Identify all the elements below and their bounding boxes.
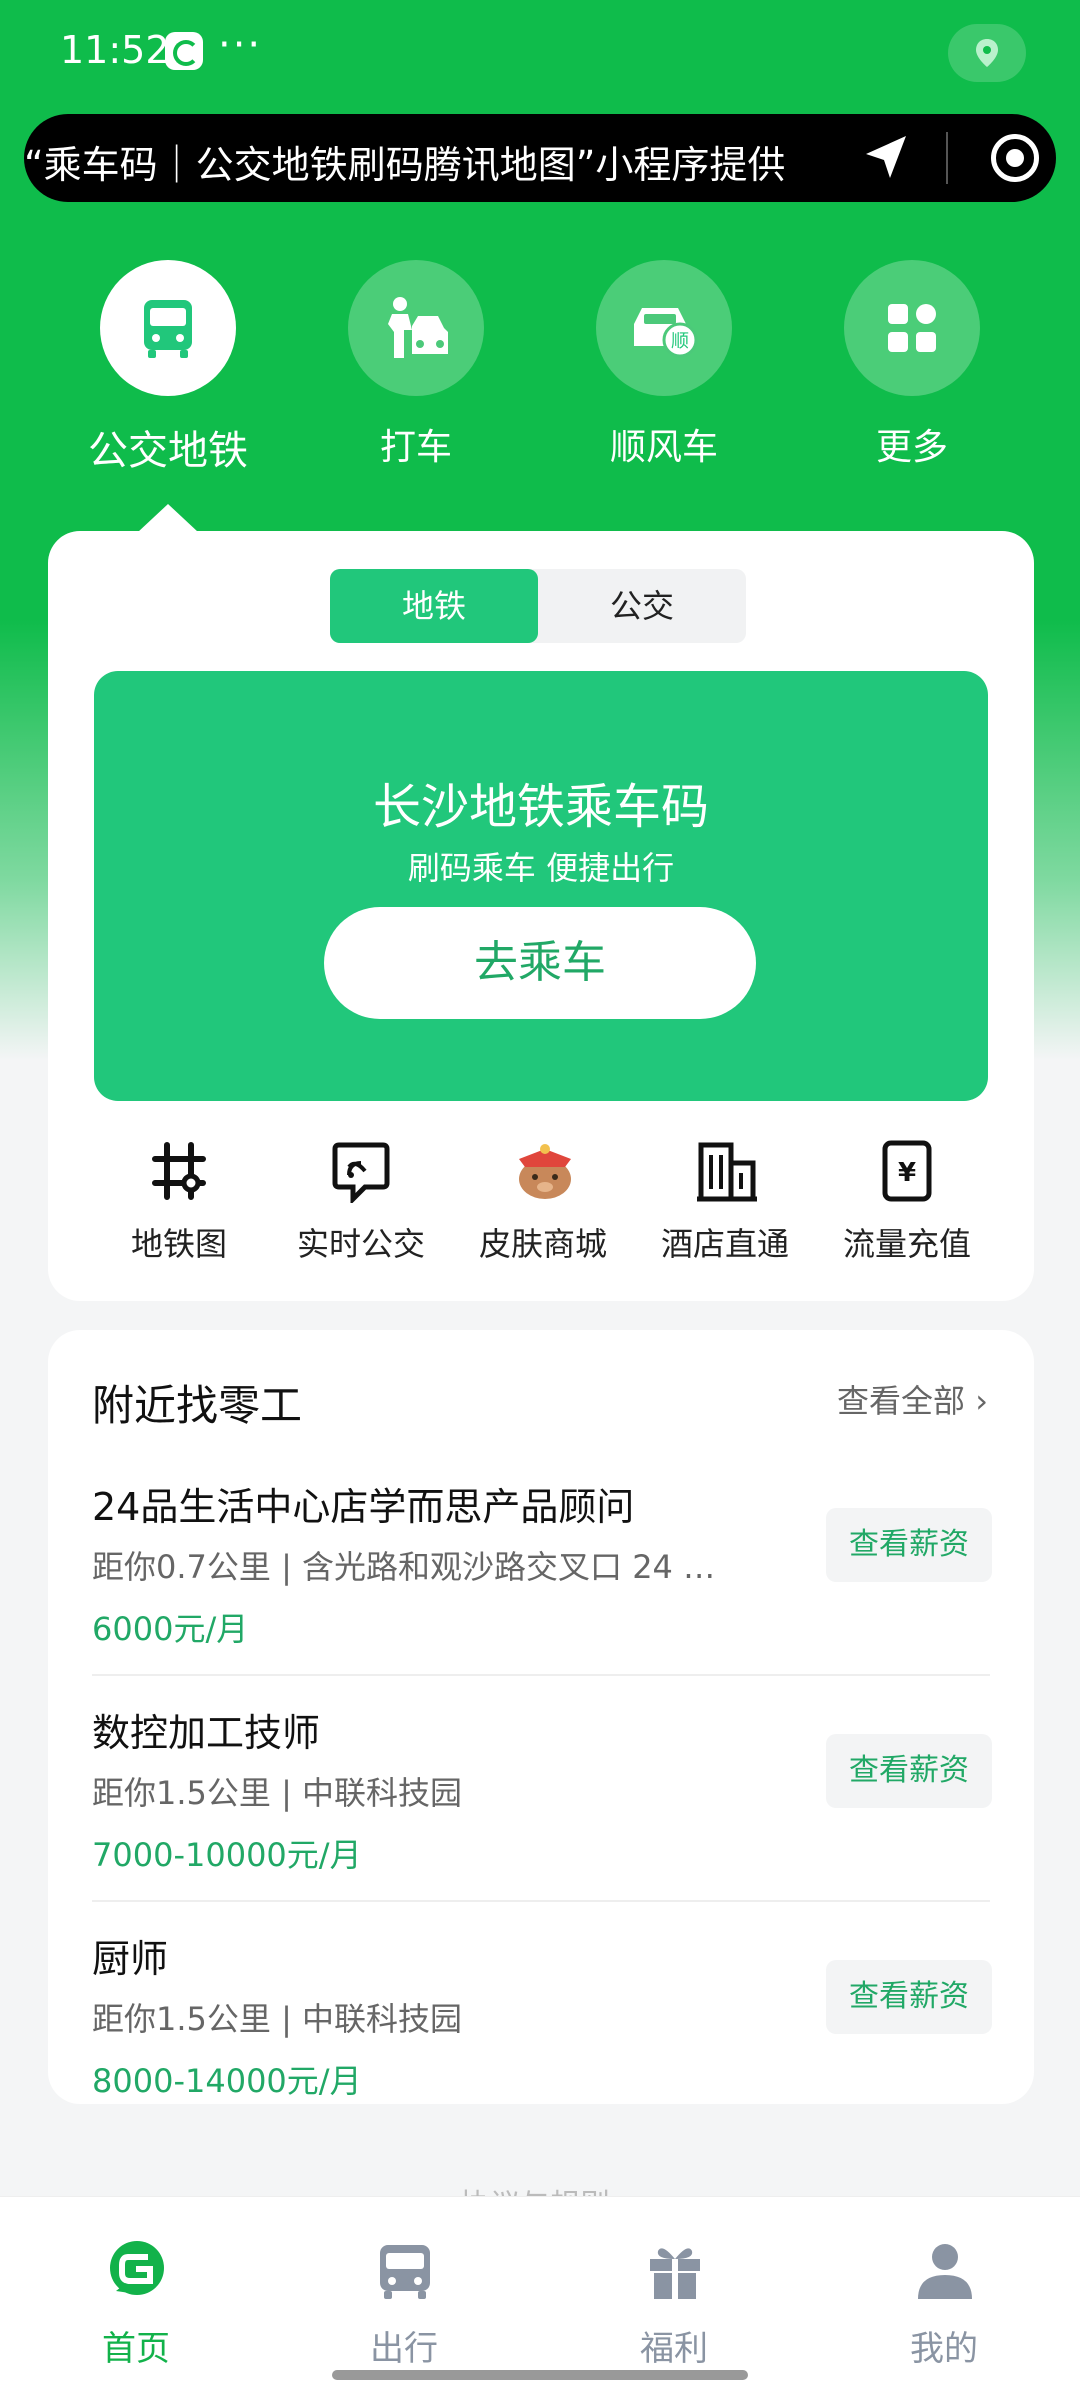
view-salary-button[interactable]: 查看薪资 (826, 1960, 992, 2034)
quick-link-metro-map[interactable]: 地铁图 (88, 1135, 270, 1265)
job-salary: 8000-14000元/月 (92, 2062, 362, 2100)
nearby-jobs-card: 附近找零工 查看全部 › 24品生活中心店学而思产品顾问 距你0.7公里 | 含… (48, 1330, 1034, 2104)
grid-more-icon (844, 260, 980, 396)
skin-shop-icon (519, 1144, 571, 1199)
status-bar: 11:52 ··· (0, 0, 1080, 110)
transit-card: 地铁 公交 长沙地铁乘车码 刷码乘车 便捷出行 去乘车 地铁图 实时公交 皮肤商… (48, 531, 1034, 1301)
app-logo-icon (165, 32, 203, 70)
bus-icon (100, 260, 236, 396)
view-all-link[interactable]: 查看全部 › (837, 1376, 988, 1422)
taxi-hail-icon (348, 260, 484, 396)
tab-travel[interactable]: 出行 (304, 2239, 504, 2370)
nav-label: 更多 (875, 427, 948, 468)
nav-label: 顺风车 (609, 427, 718, 468)
quick-links: 地铁图 实时公交 皮肤商城 酒店直通 ¥ 流量充值 (48, 1135, 1034, 1275)
banner-subtitle: 刷码乘车 便捷出行 (407, 849, 675, 887)
quick-link-label: 酒店直通 (660, 1225, 789, 1263)
location-pin-icon (976, 39, 998, 67)
quick-link-label: 流量充值 (842, 1225, 971, 1263)
tab-label: 我的 (910, 2329, 978, 2369)
job-item[interactable]: 24品生活中心店学而思产品顾问 距你0.7公里 | 含光路和观沙路交叉口 24 … (48, 1450, 1034, 1676)
job-location: 距你0.7公里 | 含光路和观沙路交叉口 24 … (92, 1548, 716, 1586)
nav-taxi[interactable]: 打车 (316, 260, 516, 470)
close-miniprogram-icon[interactable] (991, 134, 1039, 182)
top-category-nav: 公交地铁 打车 顺 顺风车 更多 (0, 260, 1080, 480)
nav-carpool[interactable]: 顺 顺风车 (564, 260, 764, 470)
jobs-card-title: 附近找零工 (92, 1381, 303, 1430)
job-item[interactable]: 厨师 距你1.5公里 | 中联科技园 8000-14000元/月 查看薪资 (48, 1902, 1034, 2128)
job-salary: 7000-10000元/月 (92, 1836, 362, 1874)
transit-type-toggle: 地铁 公交 (330, 569, 746, 643)
miniprogram-source-text: “乘车码｜公交地铁刷码腾讯地图”小程序提供 (24, 143, 786, 187)
tab-home[interactable]: 首页 (36, 2239, 236, 2370)
tab-benefits[interactable]: 福利 (574, 2239, 774, 2370)
realtime-bus-icon (332, 1142, 390, 1203)
job-name: 24品生活中心店学而思产品顾问 (92, 1485, 635, 1529)
banner-title: 长沙地铁乘车码 (372, 779, 709, 835)
home-indicator (332, 2370, 748, 2380)
tab-label: 福利 (640, 2329, 708, 2369)
carpool-car-icon: 顺 (596, 260, 732, 396)
metro-map-icon (152, 1142, 206, 1200)
metro-code-banner: 长沙地铁乘车码 刷码乘车 便捷出行 去乘车 (94, 671, 988, 1101)
quick-link-realtime-bus[interactable]: 实时公交 (270, 1135, 452, 1265)
status-time: 11:52 (60, 28, 170, 72)
location-indicator (948, 24, 1026, 82)
job-item[interactable]: 数控加工技师 距你1.5公里 | 中联科技园 7000-10000元/月 查看薪… (48, 1676, 1034, 1902)
tab-bus[interactable]: 公交 (538, 569, 746, 643)
go-ride-button[interactable]: 去乘车 (324, 907, 756, 1019)
quick-link-skin-shop[interactable]: 皮肤商城 (452, 1135, 634, 1265)
capsule-divider (946, 132, 948, 184)
gift-icon (650, 2248, 700, 2299)
nav-bus-metro[interactable]: 公交地铁 (68, 260, 268, 476)
svg-text:¥: ¥ (898, 1158, 916, 1188)
job-location: 距你1.5公里 | 中联科技园 (92, 1774, 463, 1812)
miniprogram-capsule: “乘车码｜公交地铁刷码腾讯地图”小程序提供 (24, 114, 1056, 202)
user-icon (918, 2244, 972, 2299)
tab-metro[interactable]: 地铁 (330, 569, 538, 643)
tab-label: 首页 (102, 2329, 170, 2369)
quick-link-label: 地铁图 (130, 1225, 227, 1263)
navigation-arrow-icon[interactable] (860, 132, 912, 184)
quick-link-data-recharge[interactable]: ¥ 流量充值 (816, 1135, 998, 1265)
active-nav-pointer (138, 504, 198, 532)
nav-more[interactable]: 更多 (812, 260, 1012, 470)
nav-label: 打车 (379, 427, 452, 468)
home-logo-icon (110, 2241, 164, 2295)
view-salary-button[interactable]: 查看薪资 (826, 1734, 992, 1808)
job-name: 厨师 (92, 1937, 169, 1981)
data-recharge-icon: ¥ (882, 1140, 932, 1202)
svg-text:顺: 顺 (671, 331, 689, 352)
job-name: 数控加工技师 (92, 1711, 321, 1755)
job-location: 距你1.5公里 | 中联科技园 (92, 2000, 463, 2038)
quick-link-label: 实时公交 (296, 1225, 425, 1263)
chevron-right-icon: › (975, 1382, 988, 1420)
status-more-dots: ··· (218, 22, 263, 68)
job-salary: 6000元/月 (92, 1610, 249, 1648)
view-salary-button[interactable]: 查看薪资 (826, 1508, 992, 1582)
quick-link-hotel[interactable]: 酒店直通 (634, 1135, 816, 1265)
nav-label: 公交地铁 (88, 428, 248, 474)
quick-link-label: 皮肤商城 (478, 1225, 607, 1263)
view-all-label: 查看全部 (837, 1382, 966, 1420)
bus-icon (380, 2245, 430, 2299)
tab-label: 出行 (370, 2329, 438, 2369)
tab-mine[interactable]: 我的 (844, 2239, 1044, 2370)
hotel-icon (697, 1142, 757, 1202)
